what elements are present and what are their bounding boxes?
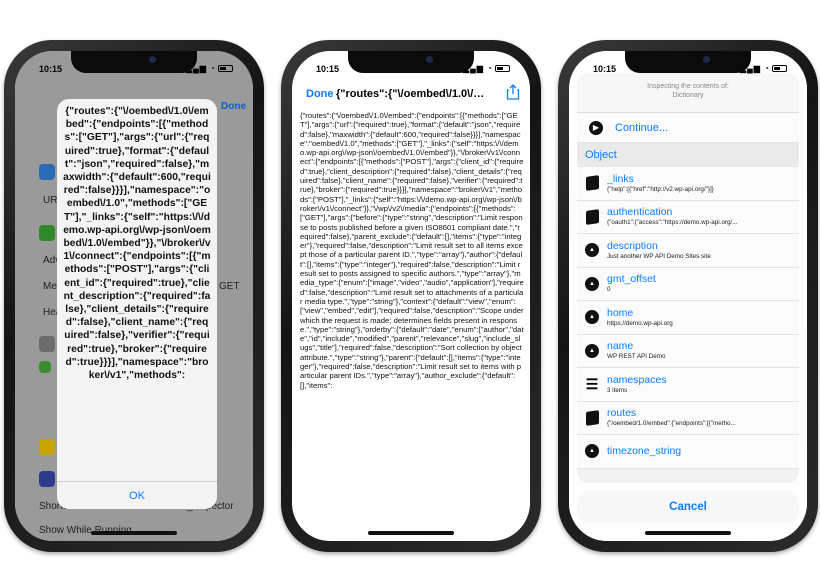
item-key: routes — [607, 407, 637, 420]
screen-1: 10:15 ▂▄▆ ◔ Done URL Adv Met GET Hea Sho… — [15, 51, 253, 541]
link-icon — [39, 164, 55, 180]
notch — [348, 51, 474, 73]
eye-icon — [39, 439, 55, 455]
shortcut-icon — [39, 471, 55, 487]
phone-2: 10:15 ▂▄▆ ◔ Done {"routes":{"\/oembed\/1… — [281, 40, 541, 552]
item-value: 3 items — [607, 386, 628, 394]
phone-3: 10:15 ▂▄▆ ◔ Inspecting the contents of: … — [558, 40, 818, 552]
item-value: https://demo.wp-api.org — [607, 319, 673, 327]
item-key: namespaces — [607, 373, 667, 386]
share-icon[interactable] — [506, 84, 520, 100]
cancel-button[interactable]: Cancel — [577, 491, 799, 523]
book-icon — [585, 409, 599, 426]
item-value: Just another WP API Demo Sites site — [607, 252, 711, 260]
gear-icon — [39, 336, 55, 352]
continue-row[interactable]: ▶ Continue... — [577, 113, 799, 143]
home-indicator — [91, 531, 177, 535]
list-item[interactable]: ▲ name WP REST API Demo — [577, 334, 799, 368]
home-indicator — [645, 531, 731, 535]
list-item[interactable]: ▲ description Just another WP API Demo Sit… — [577, 234, 799, 268]
item-key: timezone_string — [607, 445, 682, 458]
item-value: {"/oembed/1.0/embed":{"endpoints":[{"met… — [607, 420, 736, 428]
status-time: 10:15 — [316, 64, 340, 74]
alert-dialog: {"routes":{"\/oembed\/1.0\/embed":{"endp… — [57, 99, 217, 509]
action-sheet: Inspecting the contents of: Dictionary ▶… — [577, 73, 799, 483]
alert-message: {"routes":{"\/oembed\/1.0\/embed":{"endp… — [63, 106, 211, 382]
list-item[interactable]: ☰ namespaces 3 items — [577, 368, 799, 402]
book-icon — [585, 175, 599, 192]
list-item[interactable]: routes {"/oembed/1.0/embed":{"endpoints":… — [577, 401, 799, 435]
done-button-behind: Done — [221, 101, 246, 112]
object-list: _links {"help":[{"href":"http://v2.wp-api… — [577, 167, 799, 469]
item-key: description — [607, 239, 658, 252]
status-time: 10:15 — [39, 64, 63, 74]
battery-icon — [218, 65, 233, 73]
phone-1: 10:15 ▂▄▆ ◔ Done URL Adv Met GET Hea Sho… — [4, 40, 264, 552]
list-item[interactable]: ▲ timezone_string — [577, 435, 799, 469]
screen-3: 10:15 ▂▄▆ ◔ Inspecting the contents of: … — [569, 51, 807, 541]
text-icon: ▲ — [585, 243, 599, 258]
home-indicator — [368, 531, 454, 535]
item-key: gmt_offset — [607, 273, 656, 286]
text-icon: ▲ — [585, 444, 599, 459]
json-text-view[interactable]: {"routes":{"\/oembed\/1.0\/embed":{"endp… — [300, 111, 524, 527]
item-value: WP REST API Demo — [607, 353, 666, 361]
nav-bar: Done {"routes":{"\/oembed\/1.0\/e... — [292, 81, 530, 109]
sheet-header-subtitle: Dictionary — [672, 92, 704, 99]
battery-icon — [495, 65, 510, 73]
list-item[interactable]: ▲ gmt_offset 0 — [577, 267, 799, 301]
status-time: 10:15 — [593, 64, 617, 74]
list-item[interactable]: ▲ home https://demo.wp-api.org — [577, 301, 799, 335]
item-key: _links — [607, 172, 634, 185]
sheet-header-title: Inspecting the contents of: — [647, 83, 729, 90]
screen-2: 10:15 ▂▄▆ ◔ Done {"routes":{"\/oembed\/1… — [292, 51, 530, 541]
play-icon: ▶ — [589, 120, 603, 135]
list-item[interactable]: _links {"help":[{"href":"http://v2.wp-api… — [577, 167, 799, 201]
item-value: {"help":[{"href":"http://v2.wp-api.org/"… — [607, 185, 714, 193]
item-key: authentication — [607, 206, 673, 219]
text-icon: ▲ — [585, 276, 599, 291]
notch — [625, 51, 751, 73]
item-key: name — [607, 340, 634, 353]
done-button[interactable]: Done — [306, 88, 334, 100]
item-value: {"oauth1":{"access":"https://demo.wp-api… — [607, 219, 738, 227]
nav-title: {"routes":{"\/oembed\/1.0\/e... — [336, 88, 488, 100]
book-icon — [585, 208, 599, 225]
list-icon: ☰ — [585, 376, 599, 393]
ok-button[interactable]: OK — [57, 481, 217, 509]
continue-label: Continue... — [615, 121, 669, 134]
small-green-icon — [39, 361, 51, 373]
battery-icon — [772, 65, 787, 73]
item-key: home — [607, 306, 634, 319]
method-value: GET — [219, 281, 240, 292]
text-icon: ▲ — [585, 310, 599, 325]
text-icon: ▲ — [585, 343, 599, 358]
item-value: 0 — [607, 286, 611, 294]
notch — [71, 51, 197, 73]
download-icon — [39, 225, 55, 241]
section-header: Object — [577, 143, 799, 167]
list-item[interactable]: authentication {"oauth1":{"access":"https… — [577, 200, 799, 234]
